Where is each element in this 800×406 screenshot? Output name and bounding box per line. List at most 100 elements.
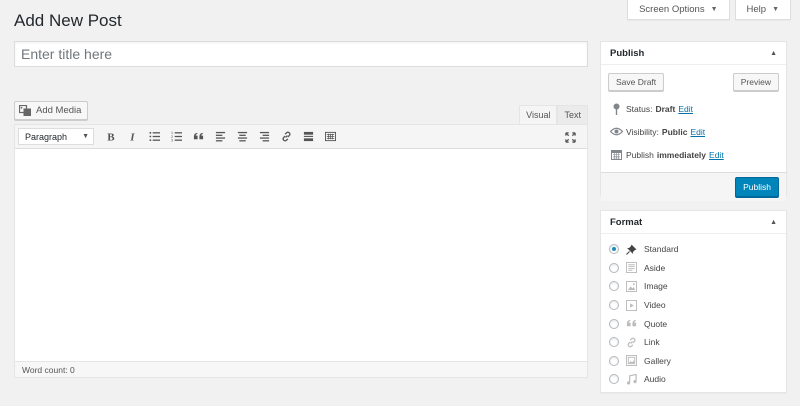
format-label: Quote xyxy=(644,318,668,329)
format-label: Aside xyxy=(644,262,666,273)
publish-box-header[interactable]: Publish ▲ xyxy=(601,42,786,65)
format-label: Standard xyxy=(644,244,679,255)
format-label: Image xyxy=(644,281,668,292)
format-select-value: Paragraph xyxy=(25,131,68,142)
caret-down-icon: ▼ xyxy=(772,6,779,13)
format-options: Standard Aside Image Video Quote Link Ga… xyxy=(601,234,786,389)
editor-status-bar: Word count: 0 xyxy=(15,361,587,377)
post-editor: Paragraph ▼ B I 1 2 3 Word count: 0 xyxy=(14,124,588,378)
bold-button[interactable]: B xyxy=(99,127,121,147)
visibility-row: Visibility: Public Edit xyxy=(601,120,786,143)
format-option-gallery[interactable]: Gallery xyxy=(609,352,778,371)
format-option-video[interactable]: Video xyxy=(609,296,778,315)
blockquote-icon xyxy=(193,132,203,140)
add-media-button[interactable]: Add Media xyxy=(14,101,89,120)
format-option-link[interactable]: Link xyxy=(609,333,778,352)
read-more-button[interactable] xyxy=(297,127,319,147)
bullet-list-icon xyxy=(148,131,160,142)
preview-button[interactable]: Preview xyxy=(732,73,779,91)
screen-options-label: Screen Options xyxy=(639,4,705,15)
align-right-icon xyxy=(259,131,269,142)
pin-icon xyxy=(609,103,623,115)
collapse-arrow-icon[interactable]: ▲ xyxy=(770,50,777,57)
save-draft-button[interactable]: Save Draft xyxy=(608,73,665,91)
link-icon xyxy=(625,336,637,348)
format-box: Format ▲ Standard Aside Image Video Quot… xyxy=(600,210,787,393)
link-icon xyxy=(281,131,291,142)
format-option-aside[interactable]: Aside xyxy=(609,259,778,278)
status-label: Status: xyxy=(626,103,653,114)
format-option-audio[interactable]: Audio xyxy=(609,370,778,389)
publish-time-row: Publish immediately Edit xyxy=(601,143,786,166)
italic-button[interactable]: I xyxy=(121,127,143,147)
svg-text:3: 3 xyxy=(171,139,173,142)
edit-status-link[interactable]: Edit xyxy=(678,104,693,114)
publish-box-title: Publish xyxy=(610,47,645,59)
collapse-arrow-icon[interactable]: ▲ xyxy=(770,219,777,226)
edit-timestamp-link[interactable]: Edit xyxy=(709,150,724,160)
edit-visibility-link[interactable]: Edit xyxy=(690,127,705,137)
page-title: Add New Post xyxy=(14,11,122,30)
format-box-header[interactable]: Format ▲ xyxy=(601,211,786,234)
word-count: Word count: 0 xyxy=(22,364,75,375)
post-status-row: Status: Draft Edit xyxy=(601,97,786,120)
screen-options-button[interactable]: Screen Options ▼ xyxy=(627,0,730,20)
screen-meta-links: Screen Options ▼ Help ▼ xyxy=(627,0,791,20)
align-left-icon xyxy=(215,131,225,142)
publish-minor-actions: Save Draft Preview xyxy=(601,65,786,91)
audio-icon xyxy=(625,373,637,385)
fullscreen-icon xyxy=(564,131,576,143)
bold-icon: B xyxy=(107,132,115,142)
radio-video[interactable] xyxy=(609,300,619,311)
insert-link-button[interactable] xyxy=(275,127,297,147)
radio-link[interactable] xyxy=(609,337,619,348)
format-label: Link xyxy=(644,337,660,348)
format-option-quote[interactable]: Quote xyxy=(609,314,778,333)
radio-aside[interactable] xyxy=(609,262,619,273)
help-button[interactable]: Help ▼ xyxy=(734,0,791,20)
blockquote-button[interactable] xyxy=(187,127,209,147)
chevron-down-icon: ▼ xyxy=(82,133,89,140)
publish-timing-value: immediately xyxy=(656,149,707,160)
help-label: Help xyxy=(746,4,767,15)
align-right-button[interactable] xyxy=(253,127,275,147)
calendar-icon xyxy=(609,149,623,160)
radio-audio[interactable] xyxy=(609,374,619,385)
publish-button[interactable]: Publish xyxy=(735,177,779,197)
numbered-list-button[interactable]: 1 2 3 xyxy=(165,127,187,147)
align-left-button[interactable] xyxy=(209,127,231,147)
add-media-label: Add Media xyxy=(36,105,82,116)
format-box-title: Format xyxy=(610,216,643,228)
video-icon xyxy=(625,299,637,311)
image-icon xyxy=(625,280,637,292)
tab-text[interactable]: Text xyxy=(557,105,588,124)
toolbar-toggle-icon xyxy=(324,131,336,142)
aside-icon xyxy=(625,262,637,274)
editor-tabs: Visual Text xyxy=(519,105,588,124)
read-more-icon xyxy=(303,131,313,142)
radio-quote[interactable] xyxy=(609,318,619,329)
radio-standard[interactable] xyxy=(609,244,619,255)
status-value: Draft xyxy=(655,103,676,114)
format-label: Gallery xyxy=(644,355,671,366)
post-title-input[interactable] xyxy=(15,42,587,66)
toolbar-toggle-button[interactable] xyxy=(319,127,341,147)
fullscreen-button[interactable] xyxy=(559,127,581,147)
radio-image[interactable] xyxy=(609,281,619,292)
radio-gallery[interactable] xyxy=(609,355,619,366)
bullet-list-button[interactable] xyxy=(143,127,165,147)
quote-icon xyxy=(625,318,637,330)
tab-visual[interactable]: Visual xyxy=(519,105,558,124)
format-select[interactable]: Paragraph ▼ xyxy=(18,128,94,145)
visibility-value: Public xyxy=(661,126,688,137)
publish-box: Publish ▲ Save Draft Preview Status: Dra… xyxy=(600,41,787,201)
format-option-standard[interactable]: Standard xyxy=(609,240,778,259)
publish-major-actions: Publish xyxy=(601,172,786,201)
editor-content-area[interactable] xyxy=(15,149,587,361)
visibility-label: Visibility: xyxy=(626,126,659,137)
align-center-button[interactable] xyxy=(231,127,253,147)
format-option-image[interactable]: Image xyxy=(609,277,778,296)
format-label: Video xyxy=(644,300,666,311)
publish-label: Publish xyxy=(626,149,654,160)
editor-toolbar: Paragraph ▼ B I 1 2 3 xyxy=(15,125,587,149)
